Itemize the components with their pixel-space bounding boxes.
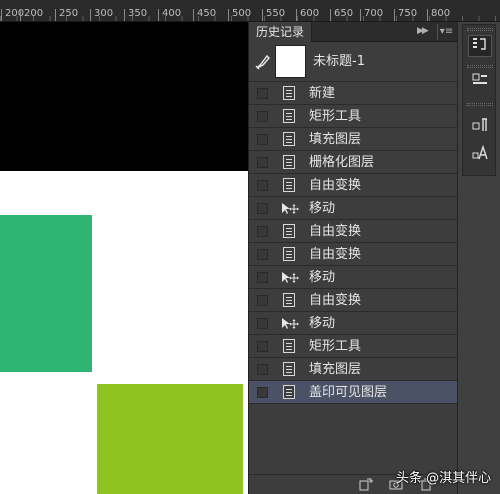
document-icon xyxy=(281,155,297,170)
history-state-row[interactable]: 移动 xyxy=(249,266,457,289)
ruler-label: 350 xyxy=(124,9,147,21)
document-canvas[interactable] xyxy=(0,22,248,494)
history-state-label: 矩形工具 xyxy=(309,339,362,354)
history-state-label: 盖印可见图层 xyxy=(309,385,388,400)
history-state-row[interactable]: 自由变换 xyxy=(249,289,457,312)
history-state-label: 新建 xyxy=(309,86,336,101)
lime-rectangle xyxy=(97,384,243,494)
history-state-row[interactable]: 移动 xyxy=(249,197,457,220)
history-state-row[interactable]: 矩形工具 xyxy=(249,335,457,358)
dock-toolstrip xyxy=(462,24,496,176)
history-state-label: 移动 xyxy=(309,201,336,216)
source-checkbox[interactable] xyxy=(257,249,268,260)
dock-grip[interactable] xyxy=(467,103,493,106)
ruler-label: 650 xyxy=(330,9,353,21)
properties-panel-icon[interactable] xyxy=(468,72,492,94)
ruler-label: 500 xyxy=(228,9,251,21)
paragraph-panel-icon[interactable] xyxy=(468,117,492,139)
source-checkbox[interactable] xyxy=(257,134,268,145)
history-tab[interactable]: 历史记录 xyxy=(249,22,313,42)
ruler-label: 450 xyxy=(193,9,216,21)
character-panel-icon[interactable] xyxy=(468,144,492,167)
ruler-label: 400 xyxy=(158,9,181,21)
source-checkbox[interactable] xyxy=(257,180,268,191)
source-checkbox[interactable] xyxy=(257,387,268,398)
ruler-label: 700 xyxy=(360,9,383,21)
history-state-row[interactable]: 自由变换 xyxy=(249,243,457,266)
document-icon xyxy=(281,178,297,193)
history-state-row[interactable]: 新建 xyxy=(249,82,457,105)
history-state-row[interactable]: 移动 xyxy=(249,312,457,335)
history-state-row[interactable]: 自由变换 xyxy=(249,220,457,243)
document-icon xyxy=(281,247,297,262)
source-checkbox[interactable] xyxy=(257,364,268,375)
history-state-row[interactable]: 盖印可见图层 xyxy=(249,381,457,404)
history-state-label: 填充图层 xyxy=(309,132,362,147)
history-state-row[interactable]: 填充图层 xyxy=(249,358,457,381)
dock-grip[interactable] xyxy=(467,28,493,31)
history-state-label: 自由变换 xyxy=(309,178,362,193)
history-state-row[interactable]: 自由变换 xyxy=(249,174,457,197)
history-panel-icon[interactable] xyxy=(468,35,492,57)
history-state-label: 自由变换 xyxy=(309,247,362,262)
document-icon xyxy=(281,109,297,124)
source-checkbox[interactable] xyxy=(257,272,268,283)
ruler-label: 550 xyxy=(262,9,285,21)
ruler-label: 750 xyxy=(394,9,417,21)
history-state-row[interactable]: 栅格化图层 xyxy=(249,151,457,174)
document-icon xyxy=(281,86,297,101)
new-document-from-state-icon[interactable] xyxy=(359,478,373,491)
history-state-label: 填充图层 xyxy=(309,362,362,377)
document-icon xyxy=(281,339,297,354)
snapshot-thumbnail xyxy=(275,45,306,78)
panel-menu-icon[interactable]: ▾≡ xyxy=(437,24,455,40)
panel-header: 历史记录 ▶▶ ▾≡ xyxy=(249,22,457,42)
source-checkbox[interactable] xyxy=(257,203,268,214)
history-state-row[interactable]: 填充图层 xyxy=(249,128,457,151)
ruler-label: 200 xyxy=(20,9,43,21)
document-icon xyxy=(281,385,297,400)
document-icon xyxy=(281,224,297,239)
right-dock xyxy=(458,22,500,494)
document-icon xyxy=(281,293,297,308)
history-brush-icon[interactable] xyxy=(255,54,271,70)
source-checkbox[interactable] xyxy=(257,157,268,168)
source-checkbox[interactable] xyxy=(257,226,268,237)
double-chevron-right-icon[interactable]: ▶▶ xyxy=(417,26,429,36)
history-state-label: 自由变换 xyxy=(309,224,362,239)
black-band xyxy=(0,22,248,171)
history-state-label: 自由变换 xyxy=(309,293,362,308)
history-state-row[interactable]: 矩形工具 xyxy=(249,105,457,128)
history-state-label: 矩形工具 xyxy=(309,109,362,124)
source-checkbox[interactable] xyxy=(257,318,268,329)
source-checkbox[interactable] xyxy=(257,341,268,352)
ruler-label: 600 xyxy=(296,9,319,21)
ruler-label: 250 xyxy=(55,9,78,21)
snapshot-row[interactable]: 未标题-1 xyxy=(249,42,457,82)
watermark: 头条 @淇其伴心 xyxy=(396,471,492,486)
history-state-label: 移动 xyxy=(309,316,336,331)
history-panel: 历史记录 ▶▶ ▾≡ 未标题-1 新建 矩形工具 填充图层 栅格化图层 自由变换 移动 自由… xyxy=(248,22,458,494)
move-icon xyxy=(281,270,299,285)
ruler-label: 300 xyxy=(90,9,113,21)
ruler-label: 800 xyxy=(427,9,450,21)
history-state-label: 栅格化图层 xyxy=(309,155,375,170)
dock-grip[interactable] xyxy=(467,65,493,68)
source-checkbox[interactable] xyxy=(257,88,268,99)
document-icon xyxy=(281,362,297,377)
green-rectangle xyxy=(0,215,92,372)
history-state-label: 移动 xyxy=(309,270,336,285)
source-checkbox[interactable] xyxy=(257,111,268,122)
move-icon xyxy=(281,316,299,331)
move-icon xyxy=(281,201,299,216)
snapshot-name: 未标题-1 xyxy=(313,54,365,69)
horizontal-ruler: 200 200 250 300 350 400 450 500 550 600 … xyxy=(0,0,500,22)
document-icon xyxy=(281,132,297,147)
source-checkbox[interactable] xyxy=(257,295,268,306)
